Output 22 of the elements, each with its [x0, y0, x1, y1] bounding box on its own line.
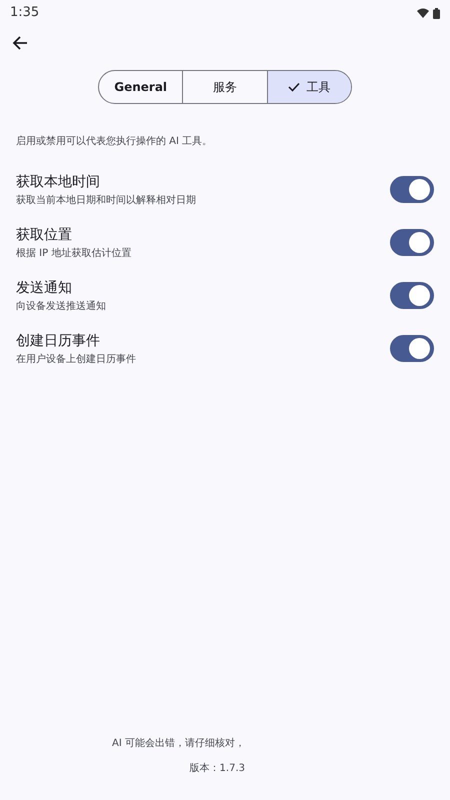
- toggle-switch[interactable]: [390, 282, 434, 309]
- clock: 1:35: [10, 4, 40, 22]
- check-icon: [288, 82, 300, 92]
- tool-description: 获取当前本地日期和时间以解释相对日期: [16, 194, 197, 208]
- toggle-switch[interactable]: [390, 335, 434, 362]
- tool-title: 获取位置: [16, 226, 73, 244]
- wifi-icon: [417, 8, 429, 18]
- toggle-switch[interactable]: [390, 176, 434, 203]
- battery-icon: [433, 8, 440, 18]
- tool-description: 向设备发送推送通知: [16, 300, 107, 314]
- tool-description: 根据 IP 地址获取估计位置: [16, 246, 132, 260]
- tool-description: 在用户设备上创建日历事件: [16, 352, 137, 366]
- tool-title: 创建日历事件: [16, 332, 101, 350]
- tool-title: 发送通知: [16, 278, 73, 298]
- description-text: 启用或禁用可以代表您执行操作的 AI 工具。: [15, 134, 214, 149]
- tool-title: 获取本地时间: [16, 172, 101, 192]
- footer-text: 版本：1.7.3: [188, 762, 245, 776]
- back-icon[interactable]: [12, 34, 28, 51]
- toggle-switch[interactable]: [390, 229, 434, 256]
- segment-tab[interactable]: General: [99, 71, 182, 103]
- footer-text: AI 可能会出错，请仔细核对，: [111, 736, 245, 751]
- segment-tab[interactable]: 工具: [266, 71, 351, 103]
